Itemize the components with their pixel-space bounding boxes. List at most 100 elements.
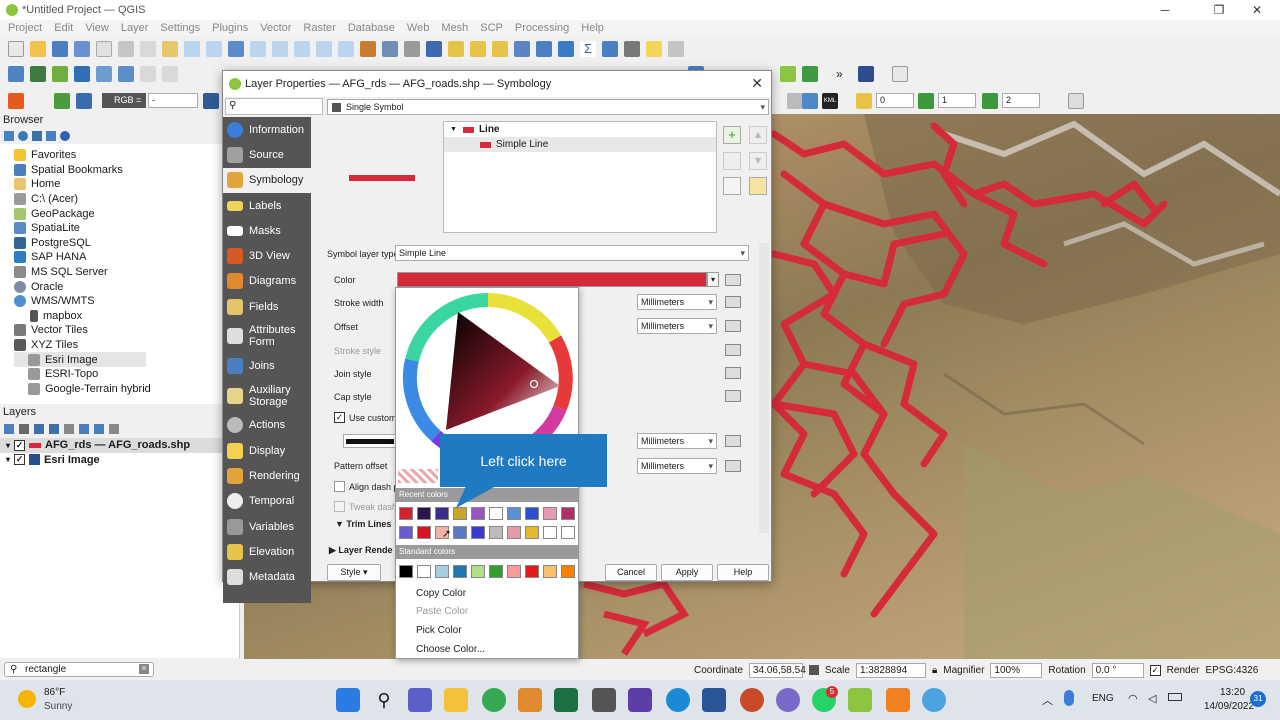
tab-joins[interactable]: Joins: [223, 353, 311, 378]
coordinate-field[interactable]: 34.06,58.54: [748, 662, 806, 678]
browser-item-oracle[interactable]: Oracle: [14, 279, 239, 294]
tab-display[interactable]: Display: [223, 438, 311, 463]
move-down-button[interactable]: ▼: [749, 152, 767, 170]
zoom-full-icon[interactable]: [228, 41, 244, 57]
digitize-icon[interactable]: [140, 66, 156, 82]
color-swatch[interactable]: [471, 565, 485, 578]
menu-edit[interactable]: Edit: [54, 22, 73, 34]
browser-item-geopackage[interactable]: GeoPackage: [14, 206, 239, 221]
color-swatch[interactable]: [399, 526, 413, 539]
scp-spin-icon[interactable]: [787, 93, 803, 109]
color-swatch[interactable]: [561, 507, 575, 520]
dash-unit-combo[interactable]: Millimeters: [637, 433, 717, 449]
qgis-taskbar-icon[interactable]: [848, 688, 872, 712]
tab-3d-view[interactable]: 3D View: [223, 243, 311, 268]
add-selected-icon[interactable]: [4, 131, 14, 141]
add-vector-layer-icon[interactable]: [30, 66, 46, 82]
pan-to-selection-icon[interactable]: [162, 41, 178, 57]
tab-actions[interactable]: Actions: [223, 413, 311, 438]
language-indicator[interactable]: ENG: [1092, 693, 1114, 704]
browser-item-spatialite[interactable]: SpatiaLite: [14, 221, 239, 236]
tweak-dash-checkbox[interactable]: [334, 501, 345, 512]
photos-icon[interactable]: [592, 688, 616, 712]
rotation-field[interactable]: 0.0 °: [1091, 662, 1144, 678]
open-project-icon[interactable]: [30, 41, 46, 57]
trim-lines-section[interactable]: ▼ Trim Lines: [335, 519, 391, 529]
processing-toolbox-icon[interactable]: [558, 41, 574, 57]
settings-gear-icon[interactable]: [668, 41, 684, 57]
browser-item-esri-image[interactable]: Esri Image: [14, 352, 146, 367]
remove-layer-icon[interactable]: [109, 424, 119, 434]
refresh-icon[interactable]: [404, 41, 420, 57]
zoom-native-icon[interactable]: [294, 41, 310, 57]
data-defined-override-icon[interactable]: [725, 460, 741, 472]
add-mesh-layer-icon[interactable]: [74, 66, 90, 82]
menu-plugins[interactable]: Plugins: [212, 22, 248, 34]
color-swatch[interactable]: [525, 526, 539, 539]
scp-band-icon[interactable]: [54, 93, 70, 109]
dialog-close-button[interactable]: ✕: [751, 75, 763, 92]
add-symbol-layer-button[interactable]: +: [723, 126, 741, 144]
attribute-table-icon[interactable]: [536, 41, 552, 57]
save-project-icon[interactable]: [52, 41, 68, 57]
layer-row-roads[interactable]: ▾ ✓ AFG_rds — AFG_roads.shp: [0, 438, 239, 453]
color-swatch[interactable]: [561, 526, 575, 539]
menu-web[interactable]: Web: [407, 22, 429, 34]
data-defined-override-icon[interactable]: [725, 274, 741, 286]
dialog-scrollbar[interactable]: [759, 243, 769, 533]
green-band-spin[interactable]: 1: [938, 93, 976, 108]
offset-unit-combo[interactable]: Millimeters: [637, 318, 717, 334]
paste-color-menu-item[interactable]: Paste Color: [416, 606, 468, 617]
apply-button[interactable]: Apply: [661, 564, 713, 581]
color-swatch[interactable]: [417, 565, 431, 578]
cancel-button[interactable]: Cancel: [605, 564, 657, 581]
tab-masks[interactable]: Masks: [223, 218, 311, 243]
color-swatch[interactable]: [507, 526, 521, 539]
search-icon[interactable]: ⚲: [372, 688, 396, 712]
symbol-layer-type-combo[interactable]: Simple Line: [395, 245, 749, 261]
refresh-icon[interactable]: [18, 131, 28, 141]
map-tips-icon[interactable]: [646, 41, 662, 57]
use-custom-dash-checkbox[interactable]: ✓: [334, 412, 345, 423]
zoom-next-icon[interactable]: [338, 41, 354, 57]
tab-rendering[interactable]: Rendering: [223, 463, 311, 488]
kml-icon[interactable]: KML: [822, 93, 838, 109]
app2-icon[interactable]: [776, 688, 800, 712]
browser-item-mapbox[interactable]: mapbox: [14, 309, 239, 324]
tab-attributes-form[interactable]: Attributes Form: [223, 319, 311, 353]
menu-project[interactable]: Project: [8, 22, 42, 34]
toolbar-more-icon[interactable]: »: [836, 67, 843, 81]
renderer-combo[interactable]: Single Symbol: [327, 99, 769, 115]
lock-scale-icon[interactable]: 🔒︎: [932, 665, 937, 676]
browser-item-mssql[interactable]: MS SQL Server: [14, 265, 239, 280]
minimize-button[interactable]: ─: [1142, 0, 1188, 20]
data-defined-override-icon[interactable]: [725, 320, 741, 332]
browser-item-bookmarks[interactable]: Spatial Bookmarks: [14, 163, 239, 178]
clock-date[interactable]: 14/09/2022: [1204, 701, 1254, 712]
zoom-layer-icon[interactable]: [272, 41, 288, 57]
chrome-icon[interactable]: [482, 688, 506, 712]
save-as-icon[interactable]: [74, 41, 90, 57]
layer-row-esri[interactable]: ▾ ✓ Esri Image: [0, 453, 239, 468]
browser-item-drive[interactable]: C:\ (Acer): [14, 192, 239, 207]
layer-rendering-section[interactable]: ▶ Layer Rende: [329, 545, 392, 556]
duplicate-layer-button[interactable]: [723, 177, 741, 195]
plugin-icon[interactable]: [780, 66, 796, 82]
expression-filter-icon[interactable]: [64, 424, 74, 434]
menu-layer[interactable]: Layer: [121, 22, 149, 34]
excel-icon[interactable]: [554, 688, 578, 712]
filter-icon[interactable]: [32, 131, 42, 141]
menu-vector[interactable]: Vector: [260, 22, 291, 34]
new-map-view-icon[interactable]: [360, 41, 376, 57]
new-project-icon[interactable]: [8, 41, 24, 57]
lock-layer-button[interactable]: [749, 177, 767, 195]
browser-item-vector-tiles[interactable]: Vector Tiles: [14, 323, 239, 338]
color-swatch[interactable]: [471, 526, 485, 539]
browser-item-xyz[interactable]: XYZ Tiles: [14, 338, 239, 353]
deselect-icon[interactable]: [492, 41, 508, 57]
clock-time[interactable]: 13:20: [1220, 687, 1245, 698]
color-swatch[interactable]: [453, 507, 467, 520]
browser-item-wms[interactable]: WMS/WMTS: [14, 294, 239, 309]
identify-icon[interactable]: [514, 41, 530, 57]
clear-search-icon[interactable]: ×: [139, 664, 149, 674]
